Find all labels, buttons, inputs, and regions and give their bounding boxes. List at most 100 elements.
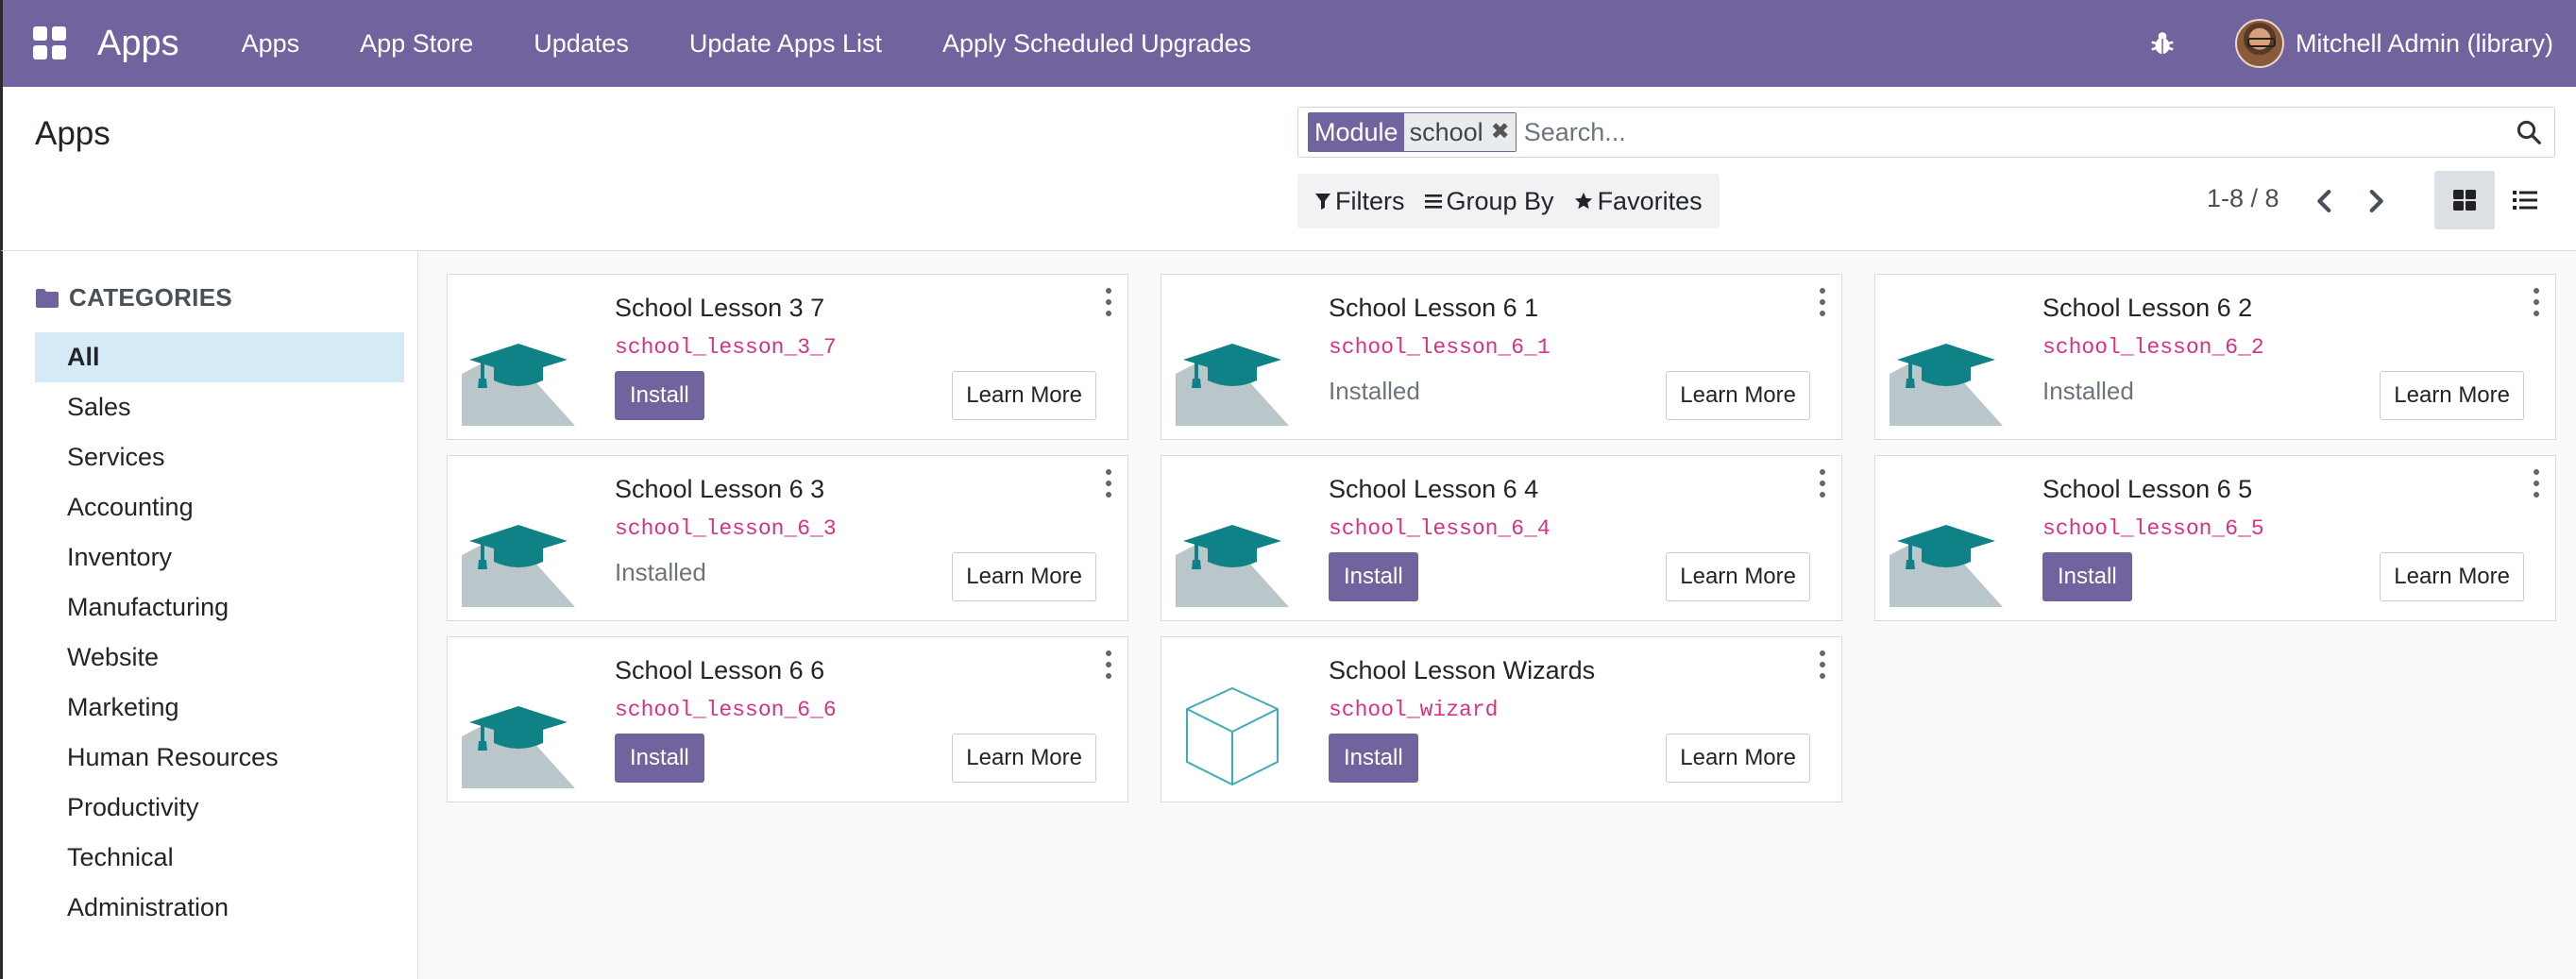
control-panel: Apps Module school ✖ Filters Group By Fa…	[0, 87, 2576, 251]
app-technical-name: school_lesson_6_3	[615, 516, 837, 541]
menu-item-update-apps-list[interactable]: Update Apps List	[659, 29, 912, 59]
pager-value[interactable]: 1-8 / 8	[2207, 184, 2279, 213]
category-marketing[interactable]: Marketing	[35, 683, 404, 733]
favorites-label: Favorites	[1597, 186, 1703, 215]
category-list: All Sales Services Accounting Inventory Manuf…	[35, 332, 404, 933]
install-button[interactable]: Install	[1329, 734, 1418, 783]
app-card[interactable]: School Lesson 6 2 school_lesson_6_2 Instal…	[1874, 274, 2556, 440]
search-facet: Module school ✖	[1308, 112, 1517, 152]
app-card[interactable]: School Lesson 6 4 school_lesson_6_4 Instal…	[1161, 455, 1842, 621]
graduation-cap-icon	[1176, 503, 1289, 607]
graduation-cap-icon	[1176, 322, 1289, 426]
filters-button[interactable]: Filters	[1305, 187, 1415, 216]
category-human-resources[interactable]: Human Resources	[35, 733, 404, 783]
category-services[interactable]: Services	[35, 432, 404, 482]
vertical-dots-menu-icon[interactable]	[1815, 288, 1830, 316]
search-bar: Module school ✖	[1297, 107, 2555, 158]
app-technical-name: school_wizard	[1329, 698, 1499, 722]
vertical-dots-menu-icon[interactable]	[1101, 469, 1116, 498]
favorites-button[interactable]: Favorites	[1564, 187, 1712, 216]
menu-item-updates[interactable]: Updates	[503, 29, 659, 59]
apps-kanban: School Lesson 3 7 school_lesson_3_7 Instal…	[418, 251, 2576, 979]
installed-status: Installed	[615, 558, 706, 586]
category-inventory[interactable]: Inventory	[35, 532, 404, 582]
avatar[interactable]	[2234, 19, 2284, 68]
app-title: School Lesson 3 7	[615, 294, 825, 322]
vertical-dots-menu-icon[interactable]	[1101, 288, 1116, 316]
learn-more-button[interactable]: Learn More	[1666, 371, 1810, 420]
app-technical-name: school_lesson_3_7	[615, 335, 837, 360]
app-card[interactable]: School Lesson 6 6 school_lesson_6_6 Instal…	[447, 636, 1128, 802]
app-card[interactable]: School Lesson 3 7 school_lesson_3_7 Instal…	[447, 274, 1128, 440]
search-icon[interactable]	[2515, 118, 2543, 146]
menu-item-app-store[interactable]: App Store	[330, 29, 503, 59]
app-card[interactable]: School Lesson 6 3 school_lesson_6_3 Instal…	[447, 455, 1128, 621]
menu-item-apply-scheduled-upgrades[interactable]: Apply Scheduled Upgrades	[912, 29, 1281, 59]
app-title: School Lesson Wizards	[1329, 656, 1596, 684]
learn-more-button[interactable]: Learn More	[1666, 734, 1810, 783]
search-options: Filters Group By Favorites	[1297, 174, 1720, 228]
category-all[interactable]: All	[35, 332, 404, 382]
app-card[interactable]: School Lesson 6 5 school_lesson_6_5 Instal…	[1874, 455, 2556, 621]
kanban-view-button[interactable]	[2434, 171, 2495, 229]
installed-status: Installed	[1329, 377, 1420, 405]
install-button[interactable]: Install	[1329, 552, 1418, 601]
category-manufacturing[interactable]: Manufacturing	[35, 582, 404, 633]
categories-header-label: CATEGORIES	[69, 283, 232, 312]
list-bars-icon	[1424, 194, 1442, 209]
category-website[interactable]: Website	[35, 633, 404, 683]
app-technical-name: school_lesson_6_4	[1329, 516, 1551, 541]
install-button[interactable]: Install	[2042, 552, 2132, 601]
filter-icon	[1315, 194, 1330, 210]
brand-title[interactable]: Apps	[97, 24, 179, 64]
graduation-cap-icon	[1890, 503, 2003, 607]
app-card[interactable]: School Lesson Wizards school_wizard Instal…	[1161, 636, 1842, 802]
user-menu[interactable]: Mitchell Admin (library)	[2296, 29, 2553, 59]
category-productivity[interactable]: Productivity	[35, 783, 404, 833]
view-switcher	[2434, 171, 2555, 229]
install-button[interactable]: Install	[615, 734, 704, 783]
vertical-dots-menu-icon[interactable]	[1815, 469, 1830, 498]
learn-more-button[interactable]: Learn More	[952, 552, 1096, 601]
vertical-dots-menu-icon[interactable]	[1815, 650, 1830, 679]
chevron-right-icon[interactable]	[2360, 185, 2392, 217]
list-view-button[interactable]	[2495, 171, 2555, 229]
menu-item-apps[interactable]: Apps	[212, 29, 330, 59]
learn-more-button[interactable]: Learn More	[2380, 371, 2524, 420]
learn-more-button[interactable]: Learn More	[952, 371, 1096, 420]
app-card[interactable]: School Lesson 6 1 school_lesson_6_1 Instal…	[1161, 274, 1842, 440]
installed-status: Installed	[2042, 377, 2134, 405]
app-technical-name: school_lesson_6_6	[615, 698, 837, 722]
vertical-dots-menu-icon[interactable]	[1101, 650, 1116, 679]
app-technical-name: school_lesson_6_2	[2042, 335, 2264, 360]
filters-label: Filters	[1335, 186, 1405, 215]
facet-remove-icon[interactable]: ✖	[1491, 113, 1510, 151]
category-technical[interactable]: Technical	[35, 833, 404, 883]
facet-value-text: school	[1409, 118, 1483, 146]
top-navbar: Apps Apps App Store Updates Update Apps …	[0, 0, 2576, 87]
app-menu-icon[interactable]	[33, 26, 67, 60]
app-technical-name: school_lesson_6_1	[1329, 335, 1551, 360]
vertical-dots-menu-icon[interactable]	[2529, 288, 2544, 316]
list-icon	[2513, 191, 2537, 210]
facet-label: Module	[1309, 113, 1404, 151]
kanban-grid-icon	[2453, 190, 2476, 211]
search-input[interactable]	[1523, 111, 2515, 153]
cube-icon	[1176, 684, 1289, 788]
chevron-left-icon[interactable]	[2309, 185, 2341, 217]
folder-icon	[36, 288, 59, 308]
category-sales[interactable]: Sales	[35, 382, 404, 432]
learn-more-button[interactable]: Learn More	[2380, 552, 2524, 601]
learn-more-button[interactable]: Learn More	[1666, 552, 1810, 601]
learn-more-button[interactable]: Learn More	[952, 734, 1096, 783]
categories-sidebar: CATEGORIES All Sales Services Accounting Inv…	[0, 251, 418, 979]
group-by-button[interactable]: Group By	[1415, 187, 1564, 216]
category-accounting[interactable]: Accounting	[35, 482, 404, 532]
star-icon	[1574, 192, 1592, 210]
graduation-cap-icon	[462, 684, 575, 788]
page-title: Apps	[35, 115, 110, 152]
bug-icon[interactable]	[2148, 29, 2177, 58]
vertical-dots-menu-icon[interactable]	[2529, 469, 2544, 498]
install-button[interactable]: Install	[615, 371, 704, 420]
category-administration[interactable]: Administration	[35, 883, 404, 933]
